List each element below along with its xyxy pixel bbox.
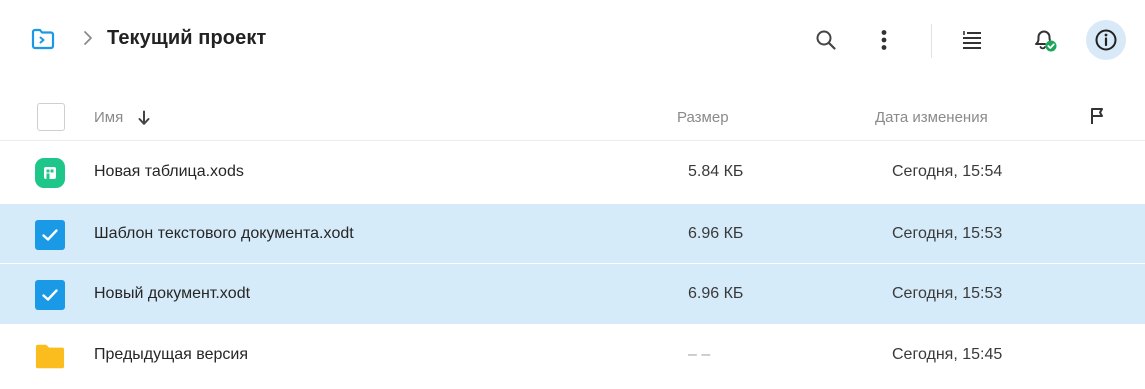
file-modified: Сегодня, 15:53 (892, 225, 1003, 242)
toolbar-divider (931, 24, 932, 58)
arrow-down-icon (137, 110, 151, 126)
file-row[interactable]: Предыдущая версия – – Сегодня, 15:45 (0, 325, 1145, 385)
row-checkbox[interactable] (35, 220, 65, 250)
checkmark-icon (35, 220, 65, 250)
info-icon[interactable] (1086, 20, 1126, 60)
spreadsheet-icon (35, 158, 65, 188)
file-row[interactable]: Новый документ.xodt 6.96 КБ Сегодня, 15:… (0, 264, 1145, 324)
breadcrumb-current: Текущий проект (107, 27, 267, 49)
file-name: Шаблон текстового документа.xodt (94, 225, 354, 242)
checkmark-icon (35, 280, 65, 310)
file-size: – – (688, 346, 711, 363)
more-vertical-icon[interactable] (864, 20, 904, 60)
folder-icon (35, 341, 65, 371)
file-row[interactable]: Шаблон текстового документа.xodt 6.96 КБ… (0, 204, 1145, 264)
file-name: Предыдущая версия (94, 346, 249, 363)
folder-icon[interactable] (30, 26, 56, 52)
file-name: Новая таблица.xods (94, 163, 244, 180)
search-icon[interactable] (806, 20, 846, 60)
file-row[interactable]: Новая таблица.xods 5.84 КБ Сегодня, 15:5… (0, 142, 1145, 202)
sort-list-icon[interactable] (952, 20, 992, 60)
column-size[interactable]: Размер (677, 109, 729, 126)
file-name: Новый документ.xodt (94, 285, 251, 302)
column-name-label: Имя (94, 109, 124, 126)
file-modified: Сегодня, 15:53 (892, 285, 1003, 302)
file-size: 5.84 КБ (688, 163, 744, 180)
file-modified: Сегодня, 15:54 (892, 163, 1003, 180)
select-all-checkbox[interactable] (37, 103, 65, 131)
column-modified[interactable]: Дата изменения (875, 109, 988, 126)
column-name[interactable]: Имя (94, 109, 151, 126)
flag-icon[interactable] (1088, 106, 1106, 126)
row-checkbox[interactable] (35, 280, 65, 310)
toolbar: Текущий проект (0, 0, 1145, 82)
file-size: 6.96 КБ (688, 285, 744, 302)
chevron-right-icon (80, 28, 96, 48)
bell-check-icon[interactable] (1025, 20, 1065, 60)
header-divider (0, 140, 1145, 141)
file-modified: Сегодня, 15:45 (892, 346, 1003, 363)
file-manager: Текущий проект Имя Размер Дата изменения… (0, 0, 1145, 389)
file-size: 6.96 КБ (688, 225, 744, 242)
table-header: Имя Размер Дата изменения (0, 82, 1145, 140)
